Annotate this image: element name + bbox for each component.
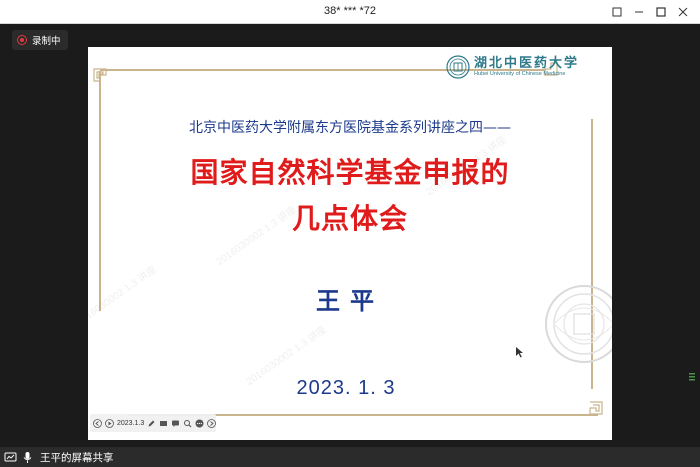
window-titlebar: 38* *** *72 (0, 0, 700, 24)
university-seal-icon (446, 55, 470, 79)
slide-title-line-2: 几点体会 (291, 202, 408, 235)
recording-label: 录制中 (32, 36, 61, 47)
window-title: 38* *** *72 (324, 5, 376, 17)
play-icon (105, 418, 114, 428)
slide-author: 王平 (316, 287, 384, 315)
logo-english-name: Hubei University of Chinese Medicine (474, 70, 566, 77)
comment-button[interactable] (171, 418, 180, 428)
microphone-icon (23, 451, 31, 463)
toolbar-date-label: 2023.1.3 (117, 419, 145, 427)
maximize-icon (656, 7, 666, 17)
more-icon (195, 419, 204, 427)
next-slide-button[interactable] (207, 418, 217, 428)
share-view-button[interactable] (3, 450, 17, 464)
previous-icon (93, 418, 102, 428)
screen-share-icon (4, 452, 16, 461)
pen-icon (148, 420, 155, 426)
slide-frame-left (99, 71, 101, 311)
university-logo: 湖北中医药大学 Hubei University of Chinese Medi… (446, 55, 579, 79)
play-button[interactable] (105, 418, 114, 428)
next-icon (207, 418, 217, 428)
slide-playback-toolbar: 2023.1.3 (90, 414, 217, 432)
restore-icon (612, 7, 622, 17)
recording-indicator[interactable]: 录制中 (12, 30, 68, 50)
slide-title-line-1: 国家自然科学基金申报的 (190, 156, 510, 189)
record-icon (17, 35, 27, 45)
window-controls (606, 2, 694, 22)
logo-chinese-name: 湖北中医药大学 (474, 55, 580, 71)
screen-share-label: 王平的屏幕共享 (40, 451, 114, 464)
minimize-button[interactable] (628, 2, 650, 22)
previous-slide-button[interactable] (93, 418, 102, 428)
frame-corner-ornament (589, 401, 603, 415)
shared-slide: 湖北中医药大学 Hubei University of Chinese Medi… (88, 47, 612, 440)
comment-icon (172, 420, 180, 427)
frame-corner-ornament (93, 68, 107, 82)
pen-tool-button[interactable] (147, 418, 156, 428)
slide-date: 2023. 1. 3 (296, 377, 396, 399)
maximize-button[interactable] (650, 2, 672, 22)
zoom-button[interactable] (183, 418, 192, 428)
screen-share-bar: 王平的屏幕共享 (0, 447, 700, 467)
side-volume-indicator-icon (689, 373, 695, 381)
restore-button[interactable] (606, 2, 628, 22)
microphone-button[interactable] (20, 450, 34, 464)
zoom-icon (184, 419, 192, 427)
screen-icon (160, 420, 168, 426)
mouse-cursor-icon (516, 347, 523, 358)
close-icon (678, 7, 688, 17)
screen-button[interactable] (159, 418, 168, 428)
minimize-icon (635, 11, 643, 13)
more-options-button[interactable] (195, 418, 204, 428)
slide-subtitle: 北京中医药大学附属东方医院基金系列讲座之四—— (189, 120, 511, 136)
close-button[interactable] (672, 2, 694, 22)
